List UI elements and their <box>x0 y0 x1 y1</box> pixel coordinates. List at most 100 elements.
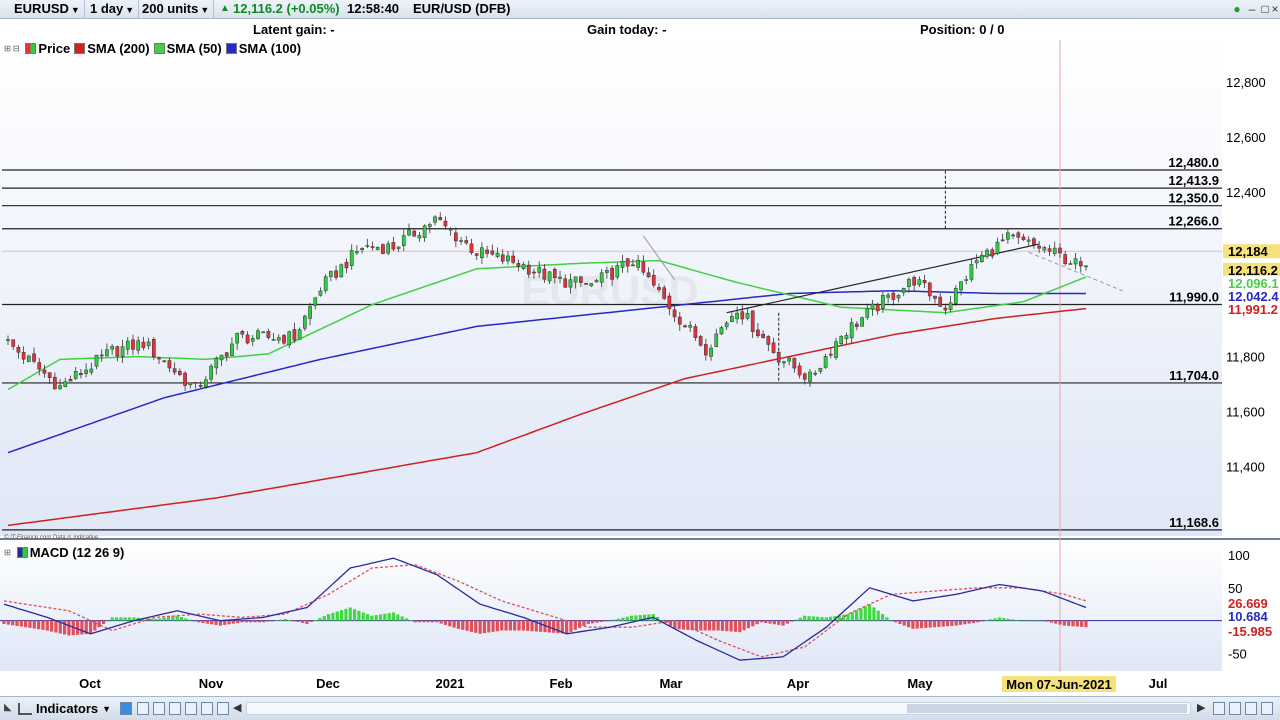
chevron-down-icon: ▼ <box>70 5 80 15</box>
candle <box>329 271 333 277</box>
macd-histogram-bar <box>919 620 924 629</box>
macd-histogram-bar <box>803 615 807 621</box>
candle <box>407 229 411 236</box>
price-legend: ⊞ ⊟ Price SMA (200) SMA (50) SMA (100) <box>4 40 302 56</box>
scroll-right-arrow-icon[interactable]: ▶ <box>1197 701 1205 714</box>
candle <box>37 362 42 370</box>
candle <box>657 287 661 290</box>
candle <box>120 346 125 357</box>
tool-icon[interactable] <box>201 702 213 715</box>
macd-histogram-bar <box>517 620 521 631</box>
legend-sma200[interactable]: SMA (200) <box>87 41 149 56</box>
candle <box>308 306 312 319</box>
pin-icon[interactable]: ● <box>1230 2 1244 16</box>
macd-histogram-bar <box>383 613 387 621</box>
close-icon[interactable]: × <box>1268 2 1280 16</box>
macd-histogram-bar <box>452 620 456 628</box>
candle <box>282 335 286 344</box>
size-dropdown-label: 200 units <box>142 1 199 16</box>
macd-histogram-bar <box>370 615 374 621</box>
macd-histogram-bar <box>963 620 967 625</box>
macd-histogram-bar <box>11 620 15 626</box>
macd-histogram-bar <box>201 620 205 623</box>
price-badge: 12,184 <box>1228 244 1269 259</box>
expand-icon[interactable]: ⊞ <box>4 44 11 53</box>
time-scrollbar[interactable] <box>246 702 1191 715</box>
macd-histogram-bar <box>37 620 41 630</box>
macd-histogram-bar <box>331 612 335 621</box>
macd-histogram-bar <box>941 620 945 627</box>
candle <box>235 332 239 344</box>
interval-dropdown[interactable]: 1 day ▼ <box>86 0 140 19</box>
macd-histogram-bar <box>1028 620 1032 622</box>
minimize-icon[interactable]: – <box>1245 2 1259 16</box>
macd-histogram-bar <box>430 620 435 623</box>
time-tick-label: Jul <box>1149 676 1168 691</box>
candle <box>948 302 953 310</box>
macd-histogram-bar <box>288 620 292 621</box>
legend-macd[interactable]: MACD (12 26 9) <box>30 545 125 560</box>
candle <box>79 373 83 375</box>
tool-icon[interactable] <box>153 702 165 715</box>
size-dropdown[interactable]: 200 units ▼ <box>138 0 215 19</box>
quote-time: 12:58:40 <box>347 1 400 16</box>
zoom-in-icon[interactable] <box>1229 702 1241 715</box>
collapse-icon[interactable]: ⊟ <box>13 44 20 53</box>
legend-sma50[interactable]: SMA (50) <box>167 41 222 56</box>
macd-histogram-bar <box>989 619 993 621</box>
candle <box>469 243 474 253</box>
candle <box>651 274 656 286</box>
symbol-dropdown[interactable]: EURUSD ▼ <box>10 0 85 19</box>
time-tick-label: Mar <box>659 676 682 691</box>
macd-histogram-bar <box>746 620 751 629</box>
candle <box>516 263 521 267</box>
candle <box>58 385 62 390</box>
macd-histogram-bar <box>720 620 725 631</box>
tool-icon[interactable] <box>185 702 197 715</box>
candle <box>1047 248 1052 252</box>
scroll-left-icon[interactable]: ◣ <box>4 702 12 713</box>
candle <box>334 270 338 278</box>
macd-histogram-bar <box>236 620 240 623</box>
legend-price[interactable]: Price <box>38 41 70 56</box>
scrollbar-thumb[interactable] <box>907 704 1187 713</box>
candle <box>287 331 292 346</box>
chart-canvas[interactable]: EURUSD 12,480.0 12,413.9 12,350.0 12,266.0 1… <box>0 0 1280 720</box>
share-icon[interactable] <box>120 702 132 715</box>
macd-histogram-bar <box>1006 618 1010 621</box>
scroll-left-arrow-icon[interactable]: ◀ <box>233 701 241 714</box>
expand-icon[interactable]: ⊞ <box>4 548 11 557</box>
candle <box>563 278 568 288</box>
tool-icon[interactable] <box>217 702 229 715</box>
candle <box>401 235 406 246</box>
candle <box>594 280 599 283</box>
candle <box>953 288 958 304</box>
candle <box>188 382 193 386</box>
time-tick-label: Dec <box>316 676 340 691</box>
macd-histogram-bar <box>621 617 625 621</box>
candle <box>495 252 500 257</box>
legend-sma100[interactable]: SMA (100) <box>239 41 301 56</box>
candle <box>209 365 213 380</box>
candle <box>1021 236 1026 240</box>
indicators-button[interactable]: Indicators ▼ <box>18 700 111 718</box>
candle <box>870 303 875 310</box>
candle <box>615 265 620 278</box>
macd-histogram-bar <box>422 620 426 623</box>
tool-icon[interactable] <box>169 702 181 715</box>
candle <box>443 220 448 227</box>
candle <box>172 368 177 373</box>
price-tick-label: 12,400 <box>1226 185 1266 200</box>
candle <box>183 372 187 386</box>
macd-histogram-bar <box>487 620 491 633</box>
zoom-fit-icon[interactable] <box>1213 702 1225 715</box>
candle <box>698 336 703 346</box>
macd-histogram-bar <box>114 617 119 621</box>
candle <box>6 339 10 341</box>
zoom-out-icon[interactable] <box>1245 702 1257 715</box>
zoom-reset-icon[interactable] <box>1261 702 1273 715</box>
price-tick-label: 12,800 <box>1226 75 1266 90</box>
candle <box>42 369 47 374</box>
time-tick-label: 2021 <box>436 676 465 691</box>
tool-icon[interactable] <box>137 702 149 715</box>
